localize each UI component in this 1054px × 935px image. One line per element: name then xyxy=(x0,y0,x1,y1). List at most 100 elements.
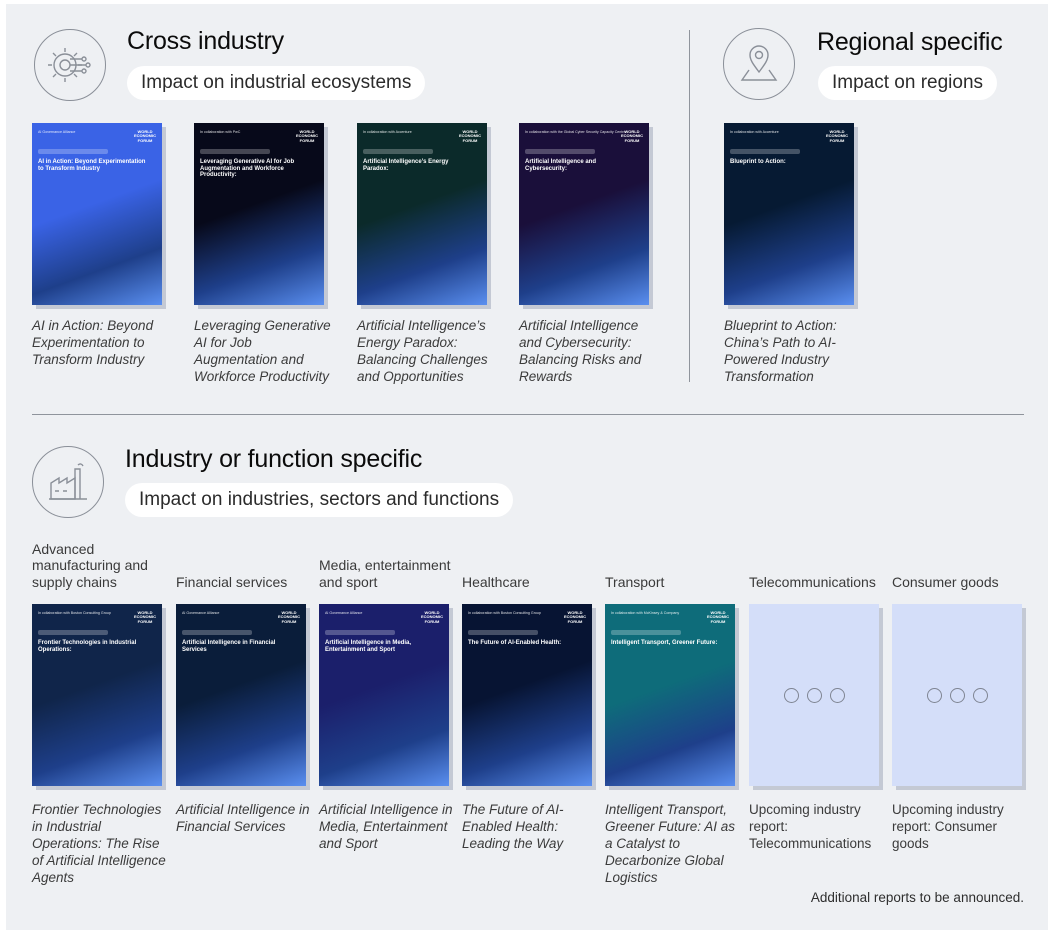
cover-tag xyxy=(363,149,433,154)
factory-icon xyxy=(32,446,104,518)
column-heading: Advanced manufacturing and supply chains xyxy=(32,540,148,590)
column-heading: Transport xyxy=(605,573,665,590)
cover-text: AI Governance Alliance WORLD ECONOMIC FOR… xyxy=(38,123,156,305)
cover-title: Leveraging Generative AI for Job Augment… xyxy=(200,159,295,179)
cover-title: Blueprint to Action: xyxy=(730,159,786,165)
wef-logo: WORLD ECONOMIC FORUM xyxy=(421,610,443,624)
upcoming-placeholder[interactable] xyxy=(892,604,1022,786)
wef-logo: WORLD ECONOMIC FORUM xyxy=(826,129,848,143)
industry-subtitle: Impact on industries, sectors and functi… xyxy=(125,483,514,517)
report-cover[interactable]: In collaboration with Boston Consulting … xyxy=(32,604,162,786)
placeholder-dot xyxy=(949,688,965,703)
industry-title: Industry or function specific xyxy=(125,445,423,473)
cover-title: The Future of AI-Enabled Health: xyxy=(468,640,562,646)
cover-collab-text: AI Governance Alliance xyxy=(182,611,220,615)
wef-logo: WORLD ECONOMIC FORUM xyxy=(134,610,156,624)
cover-tag xyxy=(182,630,252,635)
cover-tag xyxy=(468,630,538,635)
wef-logo: WORLD ECONOMIC FORUM xyxy=(707,610,729,624)
cover-tag xyxy=(611,630,681,635)
cover-collab-text: In collaboration with Boston Consulting … xyxy=(468,611,541,615)
cover-text: In collaboration with PwC WORLD ECONOMIC … xyxy=(200,123,318,305)
placeholder-dot xyxy=(926,688,942,703)
report-cover[interactable]: In collaboration with Boston Consulting … xyxy=(462,604,592,786)
placeholder-dot xyxy=(829,688,845,703)
horizontal-divider xyxy=(32,414,1024,415)
cover-title: AI in Action: Beyond Experimentation to … xyxy=(38,159,146,172)
cover-text: In collaboration with Boston Consulting … xyxy=(468,604,586,786)
cover-tag xyxy=(38,630,108,635)
wef-logo: WORLD ECONOMIC FORUM xyxy=(459,129,481,143)
cover-collab-text: In collaboration with Accenture xyxy=(363,130,412,134)
report-caption[interactable]: Artificial Intelligence in Media, Entert… xyxy=(319,801,459,852)
regional-title: Regional specific xyxy=(817,28,1003,56)
cover-collab-text: In collaboration with the Global Cyber S… xyxy=(525,130,626,134)
cross-industry-subtitle: Impact on industrial ecosystems xyxy=(127,66,426,100)
cover-title: Artificial Intelligence in Media, Entert… xyxy=(325,640,412,653)
cover-text: In collaboration with Accenture WORLD ECO… xyxy=(363,123,481,305)
wef-logo: WORLD ECONOMIC FORUM xyxy=(564,610,586,624)
placeholder-dot xyxy=(783,688,799,703)
map-pin-icon xyxy=(723,28,795,100)
cover-title: Intelligent Transport, Greener Future: xyxy=(611,640,718,646)
report-caption[interactable]: Intelligent Transport, Greener Future: A… xyxy=(605,801,745,886)
cover-text: AI Governance Alliance WORLD ECONOMIC FOR… xyxy=(325,604,443,786)
cover-tag xyxy=(200,149,270,154)
report-caption[interactable]: Artificial Intelligence and Cybersecurit… xyxy=(519,317,659,385)
wef-logo: WORLD ECONOMIC FORUM xyxy=(134,129,156,143)
report-cover[interactable]: AI Governance Alliance WORLD ECONOMIC FOR… xyxy=(32,123,162,305)
wef-logo: WORLD ECONOMIC FORUM xyxy=(621,129,643,143)
report-cover[interactable]: In collaboration with Accenture WORLD ECO… xyxy=(357,123,487,305)
cover-tag xyxy=(730,149,800,154)
cover-collab-text: In collaboration with PwC xyxy=(200,130,241,134)
report-cover[interactable]: AI Governance Alliance WORLD ECONOMIC FOR… xyxy=(319,604,449,786)
column-heading: Telecommunications xyxy=(749,573,876,590)
cover-tag xyxy=(525,149,595,154)
cover-collab-text: In collaboration with Accenture xyxy=(730,130,779,134)
footnote: Additional reports to be announced. xyxy=(810,890,1024,905)
cover-text: AI Governance Alliance WORLD ECONOMIC FOR… xyxy=(182,604,300,786)
column-heading: Media, entertainment and sport xyxy=(319,557,451,590)
report-caption[interactable]: Upcoming industry report: Consumer goods xyxy=(892,801,1032,852)
cover-tag xyxy=(325,630,395,635)
cover-text: In collaboration with Boston Consulting … xyxy=(38,604,156,786)
report-cover[interactable]: In collaboration with Accenture WORLD ECO… xyxy=(724,123,854,305)
wef-logo: WORLD ECONOMIC FORUM xyxy=(296,129,318,143)
report-cover[interactable]: In collaboration with McKinsey & Company… xyxy=(605,604,735,786)
report-caption[interactable]: Upcoming industry report: Telecommunicat… xyxy=(749,801,889,852)
report-caption[interactable]: Frontier Technologies in Industrial Oper… xyxy=(32,801,172,886)
report-cover[interactable]: In collaboration with the Global Cyber S… xyxy=(519,123,649,305)
cover-collab-text: In collaboration with McKinsey & Company xyxy=(611,611,680,615)
upcoming-placeholder[interactable] xyxy=(749,604,879,786)
cover-text: In collaboration with Accenture WORLD ECO… xyxy=(730,123,848,305)
cover-collab-text: AI Governance Alliance xyxy=(325,611,363,615)
report-caption[interactable]: Artificial Intelligence in Financial Ser… xyxy=(176,801,316,835)
regional-subtitle: Impact on regions xyxy=(818,66,998,100)
column-heading: Financial services xyxy=(176,573,288,590)
report-caption[interactable]: AI in Action: Beyond Experimentation to … xyxy=(32,317,172,368)
cover-title: Artificial Intelligence in Financial Ser… xyxy=(182,640,276,653)
cover-title: Artificial Intelligence’s Energy Paradox… xyxy=(363,159,449,172)
wef-logo: WORLD ECONOMIC FORUM xyxy=(278,610,300,624)
cover-collab-text: AI Governance Alliance xyxy=(38,130,76,134)
cover-title: Frontier Technologies in Industrial Oper… xyxy=(38,640,137,653)
report-cover[interactable]: In collaboration with PwC WORLD ECONOMIC … xyxy=(194,123,324,305)
cross-industry-title: Cross industry xyxy=(127,27,284,55)
column-heading: Healthcare xyxy=(462,573,530,590)
cover-tag xyxy=(38,149,108,154)
placeholder-dots xyxy=(892,688,1022,703)
placeholder-dots xyxy=(749,688,879,703)
cover-text: In collaboration with McKinsey & Company… xyxy=(611,604,729,786)
report-caption[interactable]: Leveraging Generative AI for Job Augment… xyxy=(194,317,334,385)
gear-network-icon xyxy=(34,29,106,101)
report-caption[interactable]: Artificial Intelligence’s Energy Paradox… xyxy=(357,317,497,385)
cover-title: Artificial Intelligence and Cybersecurit… xyxy=(525,159,597,172)
placeholder-dot xyxy=(806,688,822,703)
report-caption[interactable]: Blueprint to Action: China’s Path to AI-… xyxy=(724,317,864,385)
report-cover[interactable]: AI Governance Alliance WORLD ECONOMIC FOR… xyxy=(176,604,306,786)
report-caption[interactable]: The Future of AI-Enabled Health: Leading… xyxy=(462,801,602,852)
cover-text: In collaboration with the Global Cyber S… xyxy=(525,123,643,305)
cover-collab-text: In collaboration with Boston Consulting … xyxy=(38,611,111,615)
column-heading: Consumer goods xyxy=(892,573,999,590)
placeholder-dot xyxy=(972,688,988,703)
